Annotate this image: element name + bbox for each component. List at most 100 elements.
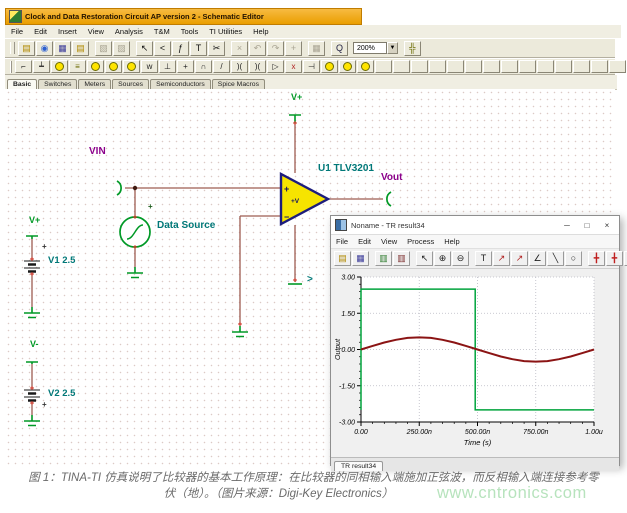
paste-page-icon[interactable]: ▥ (393, 251, 410, 266)
supply-label-vplus-left[interactable]: V+ (29, 216, 40, 225)
potentiometer-icon[interactable]: ⊥ (159, 60, 176, 73)
menu-edit[interactable]: Edit (34, 27, 47, 36)
menu-analysis[interactable]: Analysis (115, 27, 143, 36)
cut-tool-icon[interactable]: ✂ (208, 41, 225, 56)
zoom-tool-icon[interactable]: Q (331, 41, 348, 56)
zoom-value[interactable]: 200% (353, 42, 387, 54)
paste-icon[interactable]: ▨ (113, 41, 130, 56)
battery-v1[interactable] (24, 261, 40, 272)
text-tool-icon[interactable]: T (190, 41, 207, 56)
vminus-pin-marker[interactable]: > (307, 275, 313, 285)
wire-tool-icon[interactable]: < (154, 41, 171, 56)
v2-value-label[interactable]: V2 2.5 (48, 389, 75, 399)
menu-view[interactable]: View (88, 27, 104, 36)
rotate-left-icon[interactable]: ↶ (249, 41, 266, 56)
titlebar[interactable]: Clock and Data Restoration Circuit AP ve… (5, 8, 362, 25)
delete-icon[interactable]: × (231, 41, 248, 56)
wire-icon[interactable]: ⌐ (15, 60, 32, 73)
save-icon[interactable]: ▦ (54, 41, 71, 56)
mirror-icon[interactable]: + (285, 41, 302, 56)
menu-help[interactable]: Help (253, 27, 268, 36)
transistor-icon[interactable]: x (285, 60, 302, 73)
data-source-symbol[interactable] (120, 217, 150, 247)
probe-a-icon[interactable]: ↗ (493, 251, 510, 266)
probe-b-icon[interactable]: ↗ (511, 251, 528, 266)
switch-icon[interactable]: / (213, 60, 230, 73)
tab-semiconductors[interactable]: Semiconductors (150, 79, 211, 89)
x-axis-icon[interactable]: ╋ (588, 251, 605, 266)
tr-menu-file[interactable]: File (336, 237, 348, 246)
menu-t-m[interactable]: T&M (154, 27, 170, 36)
meter-icon[interactable] (357, 60, 374, 73)
save-icon[interactable]: ▦ (352, 251, 369, 266)
supply-label-vminus-left[interactable]: V- (30, 340, 39, 349)
tr-menu-process[interactable]: Process (407, 237, 434, 246)
export-folder-icon[interactable]: ▤ (72, 41, 89, 56)
menu-insert[interactable]: Insert (58, 27, 77, 36)
logic-pin-icon[interactable]: ⊣ (303, 60, 320, 73)
toolbar-drag-handle[interactable] (10, 42, 15, 54)
circle-tool-icon[interactable]: ○ (565, 251, 582, 266)
copy-page-icon[interactable]: ▥ (375, 251, 392, 266)
tab-spice-macros[interactable]: Spice Macros (212, 79, 265, 89)
line-tool-icon[interactable]: ╲ (547, 251, 564, 266)
open-file-icon[interactable]: ▤ (334, 251, 351, 266)
voltmeter-icon[interactable] (321, 60, 338, 73)
zoom-dropdown-arrow[interactable]: ▼ (387, 42, 398, 54)
data-source-label[interactable]: Data Source (157, 221, 215, 231)
capacitor-icon[interactable]: + (177, 60, 194, 73)
inductor-icon[interactable]: ∩ (195, 60, 212, 73)
diode-icon[interactable]: ▷ (267, 60, 284, 73)
select-cursor-icon[interactable]: ↖ (416, 251, 433, 266)
zoom-out-icon[interactable]: ⊖ (452, 251, 469, 266)
tab-switches[interactable]: Switches (38, 79, 77, 89)
tr-menu-edit[interactable]: Edit (358, 237, 371, 246)
menu-tools[interactable]: Tools (181, 27, 199, 36)
toolbar-drag-handle[interactable] (10, 61, 12, 73)
measure-icon[interactable]: ∠ (529, 251, 546, 266)
close-button[interactable]: × (599, 219, 615, 232)
tr-menu-view[interactable]: View (381, 237, 397, 246)
resistor-icon[interactable]: w (141, 60, 158, 73)
vin-connector[interactable] (117, 181, 121, 195)
y-axis-icon[interactable]: ╋ (606, 251, 623, 266)
minimize-button[interactable]: ─ (559, 219, 575, 232)
zoom-in-icon[interactable]: ⊕ (434, 251, 451, 266)
menu-ti-utilities[interactable]: TI Utilities (209, 27, 242, 36)
select-tool-icon[interactable]: ↖ (136, 41, 153, 56)
current-generator-icon[interactable] (123, 60, 140, 73)
supply-jumpers[interactable] (26, 115, 302, 364)
supply-label-vplus-top[interactable]: V+ (291, 93, 302, 102)
zoom-combo[interactable]: 200% ▼ (353, 41, 398, 55)
rotate-right-icon[interactable]: ↷ (267, 41, 284, 56)
battery-v2[interactable] (24, 390, 40, 401)
open-file-icon[interactable]: ▤ (18, 41, 35, 56)
tab-meters[interactable]: Meters (78, 79, 111, 89)
tab-sources[interactable]: Sources (112, 79, 149, 89)
copy-icon[interactable]: ▧ (95, 41, 112, 56)
tab-basic[interactable]: Basic (7, 79, 37, 89)
pen-tool-icon[interactable]: ƒ (172, 41, 189, 56)
text-tool-icon[interactable]: T (475, 251, 492, 266)
vout-connector[interactable] (387, 192, 391, 206)
tr-menu-help[interactable]: Help (444, 237, 459, 246)
tr-titlebar[interactable]: Noname - TR result34 ─ □ × (331, 216, 619, 235)
macro-pin-icon[interactable]: ╬ (404, 41, 421, 56)
opamp-ref-label[interactable]: U1 TLV3201 (318, 164, 374, 174)
grid-icon[interactable]: ▦ (308, 41, 325, 56)
battery-icon[interactable]: ≡ (69, 60, 86, 73)
web-load-icon[interactable]: ◉ (36, 41, 53, 56)
maximize-button[interactable]: □ (579, 219, 595, 232)
ground-icon[interactable]: ┷ (33, 60, 50, 73)
current-source-icon[interactable] (87, 60, 104, 73)
net-label-vout[interactable]: Vout (381, 173, 402, 183)
voltage-generator-icon[interactable] (105, 60, 122, 73)
coupled-inductor-icon[interactable]: )( (249, 60, 266, 73)
ground-symbols[interactable] (24, 267, 248, 426)
plot-panel[interactable]: 3.001.500.00-1.50-3.000.00250.00n500.00n… (331, 269, 619, 457)
ammeter-icon[interactable] (339, 60, 356, 73)
voltage-source-icon[interactable] (51, 60, 68, 73)
opamp-u1[interactable]: + − +V (281, 174, 328, 224)
v1-value-label[interactable]: V1 2.5 (48, 256, 75, 266)
menu-file[interactable]: File (11, 27, 23, 36)
